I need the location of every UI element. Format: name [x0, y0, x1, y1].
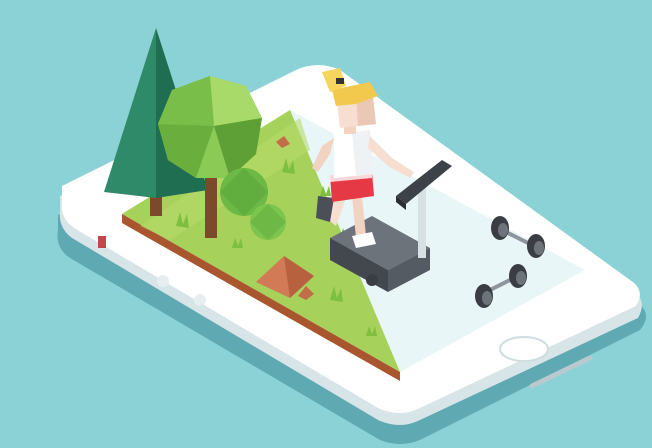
- volume-down-button: [194, 294, 206, 306]
- side-switch: [98, 236, 106, 248]
- illustration-scene: [0, 0, 652, 448]
- home-button-icon: [499, 336, 549, 362]
- volume-up-button: [157, 275, 169, 287]
- isometric-fitness-illustration: [0, 0, 652, 448]
